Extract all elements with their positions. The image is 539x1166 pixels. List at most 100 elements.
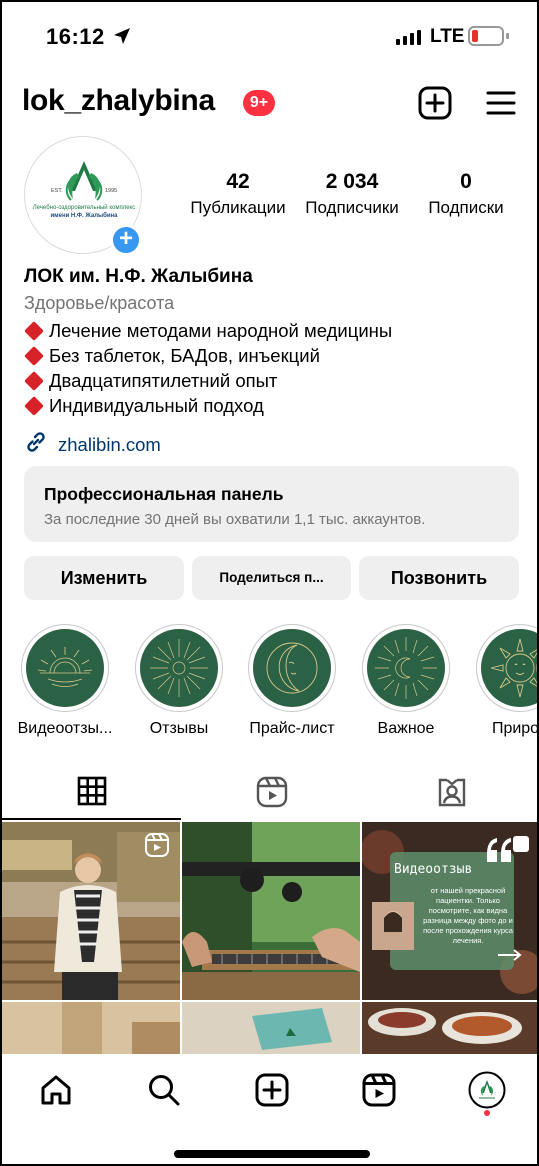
highlight-item[interactable]: Важное bbox=[358, 624, 454, 738]
posts-grid: Видеоотзыв от нашей прекрасной пациентки… bbox=[2, 822, 537, 1054]
hamburger-menu-icon[interactable] bbox=[486, 88, 516, 118]
link-text[interactable]: zhalibin.com bbox=[58, 434, 161, 456]
professional-dashboard[interactable]: Профессиональная панель За последние 30 … bbox=[24, 466, 519, 542]
bottom-navigation bbox=[2, 1054, 537, 1164]
highlight-item[interactable]: Отзывы bbox=[131, 624, 227, 738]
share-profile-button[interactable]: Поделиться п... bbox=[192, 556, 351, 600]
profile-actions: Изменить Поделиться п... Позвонить bbox=[24, 556, 519, 600]
link-icon bbox=[24, 430, 48, 459]
screen-frame: 16:12 LTE lok_zhalybina 9+ EST. 1995 Леч… bbox=[0, 0, 539, 1166]
crescent-moon-icon bbox=[367, 629, 445, 707]
bio-line-text: Индивидуальный подход bbox=[49, 394, 264, 416]
grid-post[interactable] bbox=[182, 822, 360, 1000]
bio-line: Двадцатипятилетний опыт bbox=[24, 368, 524, 393]
nav-create[interactable] bbox=[252, 1072, 292, 1112]
highlight-label: Важное bbox=[377, 720, 435, 737]
profile-link[interactable]: zhalibin.com bbox=[24, 430, 161, 459]
nav-search[interactable] bbox=[144, 1072, 184, 1112]
profile-avatar-icon bbox=[468, 1071, 506, 1114]
nav-reels[interactable] bbox=[359, 1072, 399, 1112]
grid-post[interactable] bbox=[182, 1002, 360, 1054]
bio-line: Лечение методами народной медицины bbox=[24, 318, 524, 343]
sun-rays-icon bbox=[140, 629, 218, 707]
highlight-label: Видеоотзы... bbox=[17, 720, 113, 737]
bio-line-text: Двадцатипятилетний опыт bbox=[49, 369, 278, 391]
grid-post[interactable] bbox=[2, 822, 180, 1000]
sun-face-icon bbox=[481, 629, 537, 707]
profile-header: lok_zhalybina 9+ bbox=[2, 82, 537, 126]
plus-square-icon bbox=[255, 1073, 289, 1112]
tab-reels[interactable] bbox=[182, 768, 361, 820]
sunrise-sun-icon bbox=[26, 629, 104, 707]
tagged-person-icon bbox=[436, 776, 468, 813]
reels-icon bbox=[362, 1073, 396, 1112]
bio-line-text: Без таблеток, БАДов, инъекций bbox=[49, 344, 320, 366]
profile-tabs bbox=[2, 768, 537, 820]
story-highlights: Видеоотзы... Отзывы Прайс-лист Важное Пр… bbox=[2, 624, 539, 744]
notification-badge[interactable]: 9+ bbox=[243, 90, 275, 116]
logo-line-2: имени Н.Ф. Жалыбина bbox=[50, 212, 118, 219]
location-arrow-icon bbox=[112, 26, 132, 51]
highlight-item[interactable]: Природ bbox=[472, 624, 539, 738]
highlight-label: Природ bbox=[491, 720, 539, 737]
username[interactable]: lok_zhalybina bbox=[22, 84, 215, 118]
logo-year: 1995 bbox=[105, 188, 117, 194]
bio-line: Индивидуальный подход bbox=[24, 393, 524, 418]
highlight-item[interactable]: Видеоотзы... bbox=[17, 624, 113, 738]
highlight-ring bbox=[362, 624, 450, 712]
professional-dashboard-title: Профессиональная панель bbox=[44, 484, 284, 504]
moon-face-icon bbox=[253, 629, 331, 707]
battery-cap bbox=[506, 33, 509, 39]
stat-followers-label: Подписчики bbox=[305, 198, 399, 217]
profile-avatar[interactable]: EST. 1995 Лечебно-оздоровительный компле… bbox=[24, 136, 142, 256]
reel-badge-icon bbox=[144, 832, 170, 863]
profile-bio: ЛОК им. Н.Ф. Жалыбина Здоровье/красота Л… bbox=[24, 266, 524, 418]
network-type: LTE bbox=[430, 26, 465, 47]
highlight-ring bbox=[21, 624, 109, 712]
red-diamond-icon bbox=[24, 370, 44, 391]
grid-post[interactable] bbox=[362, 1002, 537, 1054]
highlight-item[interactable]: Прайс-лист bbox=[244, 624, 340, 738]
stat-posts-label: Публикации bbox=[190, 198, 286, 217]
notification-dot bbox=[484, 1110, 490, 1116]
stat-followers[interactable]: 2 034 Подписчики bbox=[296, 170, 408, 218]
nav-home[interactable] bbox=[36, 1072, 76, 1112]
plus-circle-icon[interactable]: + bbox=[110, 224, 142, 256]
stat-posts-count: 42 bbox=[226, 170, 250, 193]
tab-grid[interactable] bbox=[2, 768, 181, 820]
stat-followers-count: 2 034 bbox=[325, 170, 379, 193]
red-diamond-icon bbox=[24, 395, 44, 416]
status-bar: 16:12 LTE bbox=[2, 20, 537, 56]
stat-following[interactable]: 0 Подписки bbox=[410, 170, 522, 218]
plus-square-icon[interactable] bbox=[418, 86, 452, 120]
red-diamond-icon bbox=[24, 345, 44, 366]
stat-posts[interactable]: 42 Публикации bbox=[182, 170, 294, 218]
home-icon bbox=[39, 1073, 73, 1112]
profile-category: Здоровье/красота bbox=[24, 293, 175, 313]
logo-line-1: Лечебно-оздоровительный комплекс bbox=[33, 204, 136, 211]
red-diamond-icon bbox=[24, 320, 44, 341]
grid-icon bbox=[77, 776, 107, 811]
professional-dashboard-subtitle: За последние 30 дней вы охватили 1,1 тыс… bbox=[44, 511, 426, 528]
highlight-label: Отзывы bbox=[149, 720, 209, 737]
home-indicator bbox=[174, 1150, 370, 1158]
nav-profile[interactable] bbox=[467, 1071, 507, 1114]
profile-stats: 42 Публикации 2 034 Подписчики 0 Подписк… bbox=[182, 170, 522, 224]
call-button[interactable]: Позвонить bbox=[359, 556, 519, 600]
edit-profile-button[interactable]: Изменить bbox=[24, 556, 184, 600]
bio-line: Без таблеток, БАДов, инъекций bbox=[24, 343, 524, 368]
search-icon bbox=[147, 1073, 181, 1112]
highlight-ring bbox=[476, 624, 537, 712]
carousel-badge-icon bbox=[483, 832, 531, 873]
grid-post[interactable] bbox=[2, 1002, 180, 1054]
tab-tagged[interactable] bbox=[362, 768, 537, 820]
stat-following-label: Подписки bbox=[428, 198, 504, 217]
stat-following-count: 0 bbox=[460, 170, 472, 193]
logo-est: EST. bbox=[51, 188, 63, 194]
profile-name: ЛОК им. Н.Ф. Жалыбина bbox=[24, 266, 253, 287]
post-overlay-text: от нашей прекрасной пациентки. Только по… bbox=[423, 886, 513, 945]
post-overlay-title: Видеоотзыв bbox=[394, 862, 473, 877]
signal-bars-icon bbox=[396, 30, 421, 45]
highlight-ring bbox=[135, 624, 223, 712]
grid-post[interactable]: Видеоотзыв от нашей прекрасной пациентки… bbox=[362, 822, 537, 1000]
